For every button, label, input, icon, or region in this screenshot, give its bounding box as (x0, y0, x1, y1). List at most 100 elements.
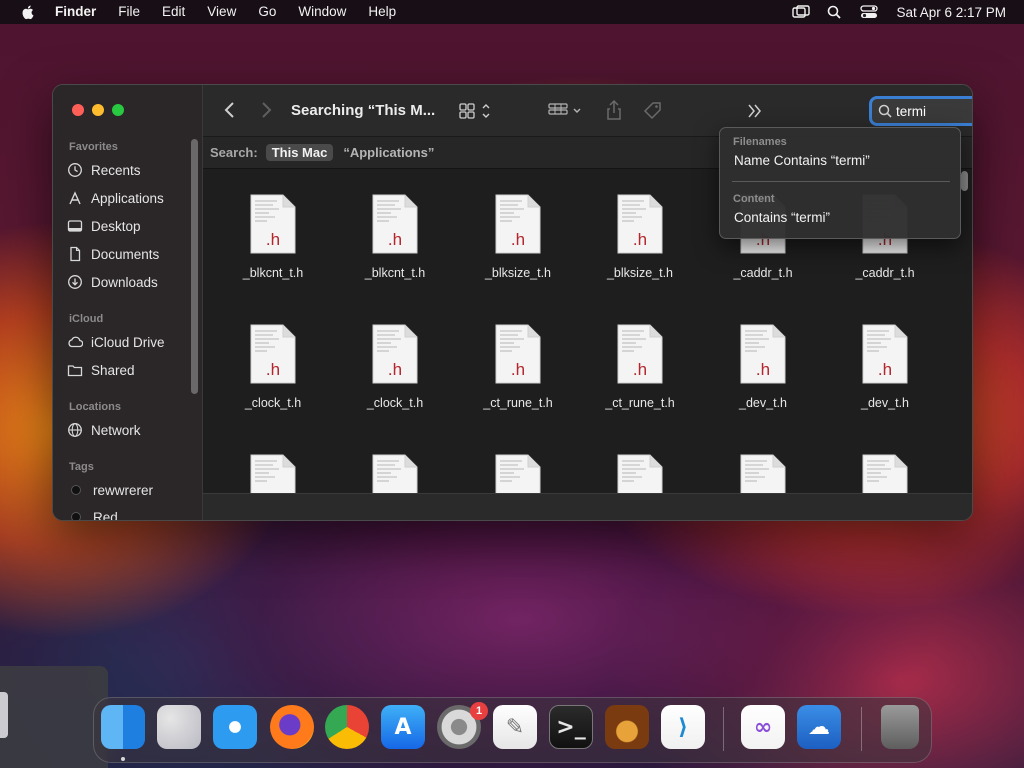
scope-this-mac-button[interactable]: This Mac (265, 144, 334, 161)
minimize-window-button[interactable] (92, 104, 104, 116)
file-extension-label: .h (878, 360, 892, 379)
file-item[interactable]: .h _clock_t.h (218, 324, 328, 434)
sidebar-item-documents[interactable]: Documents (67, 243, 193, 265)
header-file-icon (250, 454, 296, 493)
file-item[interactable] (463, 454, 573, 493)
launchpad-icon[interactable] (157, 705, 201, 749)
safari-icon[interactable] (213, 705, 257, 749)
weather-icon[interactable]: ☁ (797, 705, 841, 749)
textedit-icon[interactable]: ✎ (493, 705, 537, 749)
suggestion-name-contains[interactable]: Name Contains “termi” (734, 153, 870, 168)
vscode-icon[interactable]: ⟩ (661, 705, 705, 749)
header-file-icon (495, 454, 541, 493)
file-item[interactable] (830, 454, 940, 493)
sidebar-item-label: Red (93, 509, 118, 521)
file-item[interactable] (708, 454, 818, 493)
sidebar-scrollbar[interactable] (191, 139, 198, 394)
header-file-icon: .h (250, 324, 296, 384)
menubar-clock[interactable]: Sat Apr 6 2:17 PM (896, 5, 1006, 20)
menu-view[interactable]: View (196, 0, 247, 24)
file-item[interactable]: .h _clock_t.h (340, 324, 450, 434)
search-suggestions-menu: Filenames Name Contains “termi” Content … (719, 127, 961, 239)
file-item[interactable]: .h _blkcnt_t.h (218, 194, 328, 304)
sidebar-item-tag-red[interactable]: Red (67, 506, 193, 521)
share-icon[interactable] (605, 99, 623, 121)
header-file-icon (617, 454, 663, 493)
back-chevron-icon[interactable] (223, 101, 237, 119)
sidebar-item-label: Downloads (91, 274, 158, 290)
suggestion-content-contains[interactable]: Contains “termi” (734, 210, 830, 225)
sidebar-item-network[interactable]: Network (67, 419, 193, 441)
header-file-icon: .h (250, 194, 296, 254)
app-store-icon[interactable]: A (381, 705, 425, 749)
search-field[interactable] (869, 96, 972, 126)
file-item[interactable]: .h _ct_rune_t.h (585, 324, 695, 434)
applications-icon (69, 191, 81, 205)
sidebar-header-favorites: Favorites (69, 141, 118, 153)
firefox-icon[interactable] (270, 705, 314, 749)
header-file-icon: .h (372, 194, 418, 254)
tag-icon[interactable] (643, 101, 665, 121)
menu-file[interactable]: File (107, 0, 151, 24)
file-item[interactable]: .h _ct_rune_t.h (463, 324, 573, 434)
search-input[interactable] (896, 103, 972, 119)
close-window-button[interactable] (72, 104, 84, 116)
visual-studio-icon[interactable]: ∞ (741, 705, 785, 749)
clock-icon (68, 163, 82, 177)
file-item[interactable]: .h _dev_t.h (708, 324, 818, 434)
finder-icon[interactable] (101, 705, 145, 749)
view-grid-icon[interactable] (459, 102, 495, 120)
file-name: _dev_t.h (739, 396, 787, 410)
sidebar-item-downloads[interactable]: Downloads (67, 271, 193, 293)
garageband-icon[interactable] (605, 705, 649, 749)
sidebar-item-desktop[interactable]: Desktop (67, 215, 193, 237)
sidebar-item-tag-rewwrerer[interactable]: rewwrerer (67, 479, 193, 501)
zoom-window-button[interactable] (112, 104, 124, 116)
sidebar-header-icloud: iCloud (69, 313, 104, 325)
menu-help[interactable]: Help (357, 0, 407, 24)
sidebar-item-applications[interactable]: Applications (67, 187, 193, 209)
more-toolbar-items-icon[interactable] (747, 103, 763, 119)
forward-chevron-icon[interactable] (259, 101, 273, 119)
content-scrollbar[interactable] (961, 171, 968, 191)
sidebar-item-label: rewwrerer (93, 482, 154, 498)
trash-icon[interactable] (881, 705, 919, 749)
running-indicator (121, 757, 125, 761)
file-extension-label: .h (511, 230, 525, 249)
file-item[interactable] (340, 454, 450, 493)
file-item[interactable]: .h _dev_t.h (830, 324, 940, 434)
suggestion-header-filenames: Filenames (733, 136, 787, 148)
menu-window[interactable]: Window (287, 0, 357, 24)
control-center-icon[interactable] (860, 5, 879, 19)
menu-app-name[interactable]: Finder (44, 0, 107, 24)
file-name: _blksize_t.h (606, 266, 673, 280)
terminal-icon[interactable]: >_ (549, 705, 593, 749)
document-icon (70, 246, 81, 262)
file-extension-label: .h (388, 360, 402, 379)
menu-go[interactable]: Go (247, 0, 287, 24)
header-file-icon (372, 454, 418, 493)
file-extension-label: .h (633, 230, 647, 249)
sidebar-item-shared[interactable]: Shared (67, 359, 193, 381)
sidebar-item-icloud-drive[interactable]: iCloud Drive (67, 331, 193, 353)
file-name: _dev_t.h (861, 396, 909, 410)
apple-icon[interactable] (20, 4, 34, 20)
group-by-icon[interactable] (548, 102, 584, 120)
file-name: _ct_rune_t.h (605, 396, 675, 410)
file-item[interactable]: .h _blkcnt_t.h (340, 194, 450, 304)
sidebar-item-recents[interactable]: Recents (67, 159, 193, 181)
file-item[interactable] (218, 454, 328, 493)
file-item[interactable]: .h _blksize_t.h (463, 194, 573, 304)
screen-mirroring-icon[interactable] (792, 5, 811, 19)
spotlight-search-icon[interactable] (826, 5, 844, 19)
file-item[interactable] (585, 454, 695, 493)
file-name: _ct_rune_t.h (483, 396, 553, 410)
scope-applications-button[interactable]: “Applications” (343, 145, 434, 160)
chrome-icon[interactable] (325, 705, 369, 749)
file-extension-label: .h (266, 230, 280, 249)
search-scope-label: Search: (210, 145, 258, 160)
vscode-glyph: ⟩ (677, 714, 689, 740)
file-item[interactable]: .h _blksize_t.h (585, 194, 695, 304)
header-file-icon (740, 454, 786, 493)
menu-edit[interactable]: Edit (151, 0, 196, 24)
